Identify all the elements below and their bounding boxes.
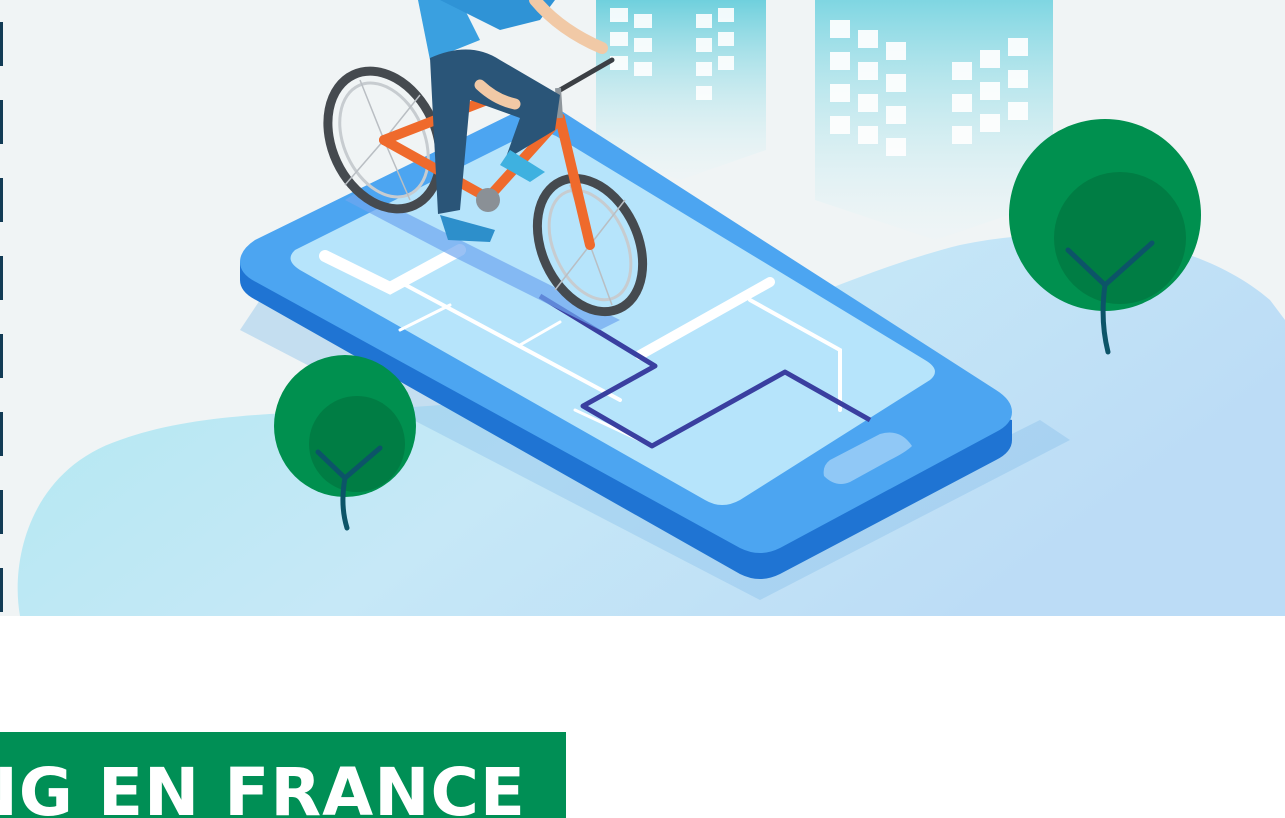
illustration-svg xyxy=(0,0,1285,616)
page: NG EN FRANCE xyxy=(0,0,1285,818)
banner-title: NG EN FRANCE xyxy=(0,754,526,818)
title-banner: NG EN FRANCE xyxy=(0,732,566,818)
hero-illustration xyxy=(0,0,1285,616)
